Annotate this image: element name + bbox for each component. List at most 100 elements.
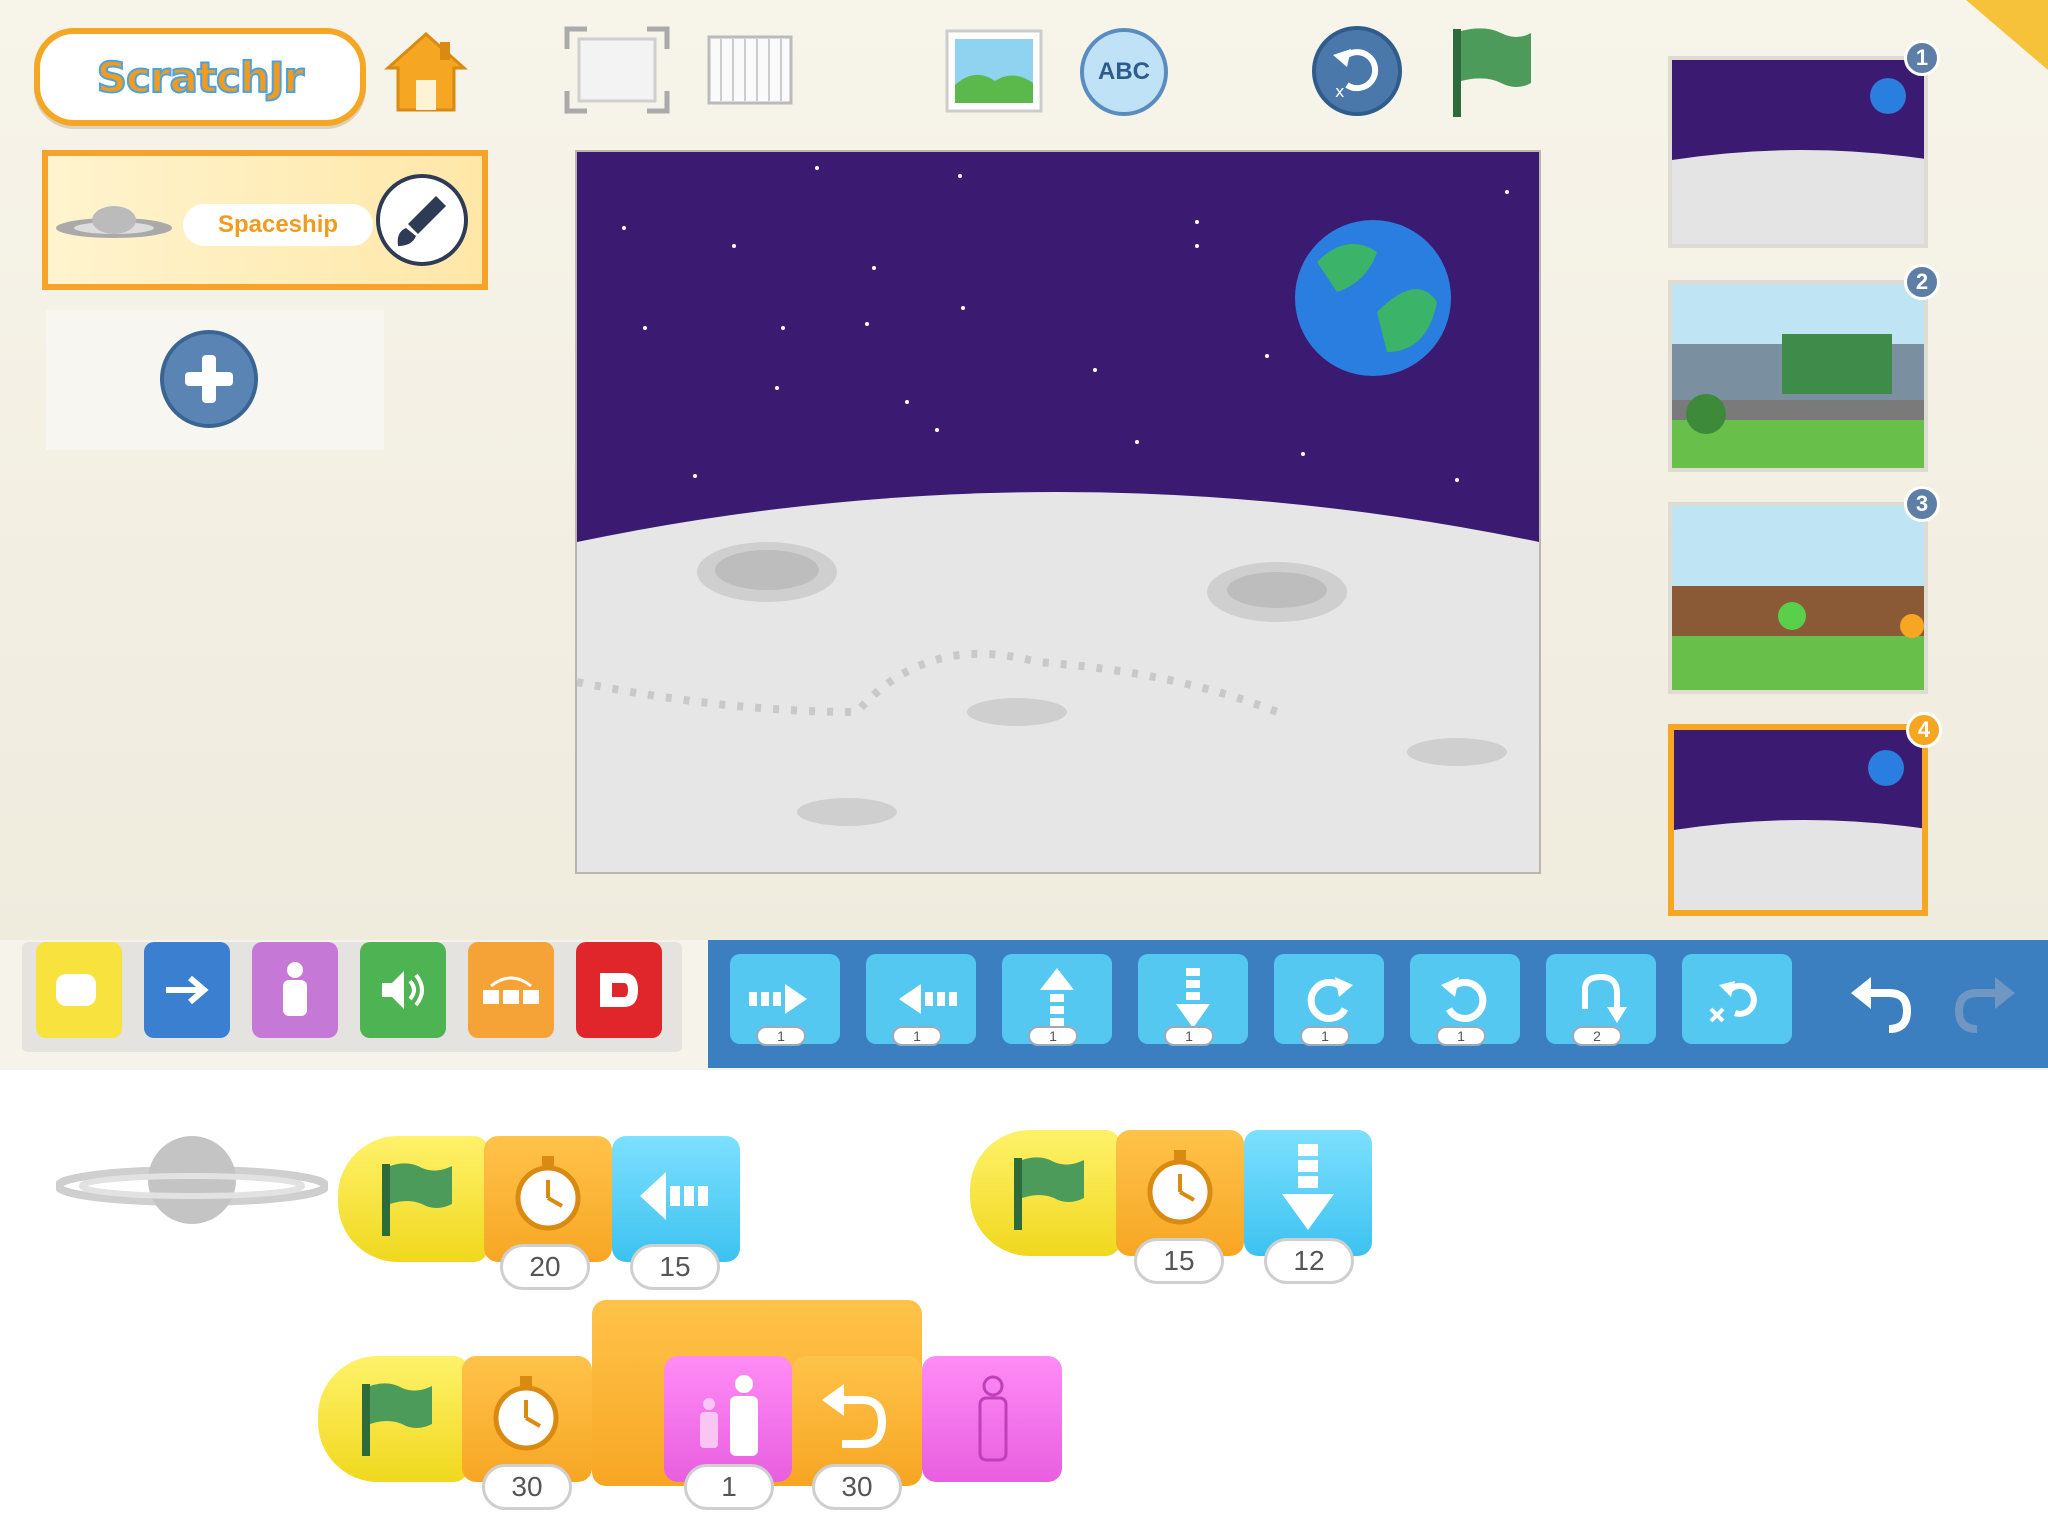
stopwatch-icon — [1147, 1150, 1213, 1225]
palette-move-right-block[interactable]: 1 — [730, 954, 840, 1046]
palette-turn-left-value[interactable]: 1 — [1436, 1026, 1486, 1046]
move-up-icon — [1040, 968, 1074, 1026]
edit-sprite-button[interactable] — [376, 174, 468, 266]
palette-move-down-value[interactable]: 1 — [1164, 1026, 1214, 1046]
home-button[interactable] — [380, 26, 472, 118]
spaceship-sprite-ghost-icon — [56, 1136, 328, 1224]
logo-text: ScratchJr — [96, 52, 305, 103]
move-left-icon — [899, 984, 957, 1014]
page-1-scene — [1672, 60, 1924, 244]
block-palette: 1 1 1 1 1 1 2 — [708, 940, 2048, 1068]
page-thumbnail-4[interactable] — [1668, 724, 1928, 916]
home-icon — [384, 31, 468, 112]
page-2-scene — [1672, 284, 1924, 468]
undo-button[interactable] — [1842, 962, 1922, 1042]
page-thumbnail-1[interactable] — [1668, 56, 1928, 248]
hop-icon — [1582, 973, 1627, 1023]
category-end[interactable] — [576, 942, 662, 1038]
palette-move-up-block[interactable]: 1 — [1002, 954, 1112, 1046]
scratchjr-logo[interactable]: ScratchJr — [34, 28, 366, 126]
script-2-move-value[interactable]: 12 — [1264, 1238, 1354, 1284]
stopwatch-icon — [493, 1376, 559, 1451]
category-motion[interactable] — [144, 942, 230, 1038]
grid-icon — [707, 35, 793, 105]
category-sound[interactable] — [360, 942, 446, 1038]
sprite-card-spaceship[interactable]: Spaceship — [42, 150, 488, 290]
arrow-right-icon — [166, 975, 209, 1005]
reset-characters-button[interactable]: x — [1312, 26, 1402, 116]
person-icon — [283, 962, 307, 1016]
move-down-icon — [1176, 968, 1210, 1028]
turn-left-icon — [1441, 977, 1487, 1022]
undo-icon — [1851, 977, 1912, 1033]
category-triggering[interactable] — [36, 942, 122, 1038]
green-flag-icon — [362, 1383, 432, 1456]
palette-move-right-value[interactable]: 1 — [756, 1026, 806, 1046]
page-number-badge-2: 2 — [1904, 264, 1940, 300]
green-flag-icon — [382, 1163, 452, 1236]
person-outline-icon — [978, 1375, 1008, 1462]
move-left-icon — [640, 1172, 708, 1220]
palette-go-home-block[interactable] — [1682, 954, 1792, 1044]
background-icon — [945, 29, 1043, 113]
plus-icon — [185, 355, 233, 403]
script-area[interactable]: 20 15 15 12 30 1 30 — [0, 1070, 2048, 1536]
text-icon-label: ABC — [1098, 58, 1150, 85]
turn-right-icon — [1307, 977, 1353, 1022]
end-block-icon — [600, 973, 638, 1007]
script-2-green-flag-block[interactable] — [970, 1130, 1120, 1256]
stopwatch-icon — [515, 1156, 581, 1231]
palette-move-left-value[interactable]: 1 — [892, 1026, 942, 1046]
green-flag-button[interactable] — [1444, 24, 1536, 120]
moon-background — [577, 152, 1539, 872]
script-3-reset-size-block[interactable] — [922, 1356, 1062, 1482]
palette-move-up-value[interactable]: 1 — [1028, 1026, 1078, 1046]
palette-move-left-block[interactable]: 1 — [866, 954, 976, 1046]
grid-button[interactable] — [706, 34, 796, 108]
script-3-shrink-value[interactable]: 1 — [684, 1464, 774, 1510]
palette-hop-block[interactable]: 2 — [1546, 954, 1656, 1046]
spaceship-thumbnail-icon — [56, 206, 172, 238]
control-blocks-icon — [483, 976, 539, 1004]
redo-button[interactable] — [1944, 962, 2024, 1042]
page-number-badge-3: 3 — [1904, 486, 1940, 522]
script-3-wait-value[interactable]: 30 — [482, 1464, 572, 1510]
palette-turn-left-block[interactable]: 1 — [1410, 954, 1520, 1046]
script-1-wait-value[interactable]: 20 — [500, 1244, 590, 1290]
shrink-person-icon — [700, 1375, 758, 1456]
page-thumbnail-3[interactable] — [1668, 502, 1928, 694]
category-looks[interactable] — [252, 942, 338, 1038]
page-4-scene — [1674, 730, 1922, 910]
page-thumbnail-2[interactable] — [1668, 280, 1928, 472]
reset-characters-icon: x — [1333, 49, 1379, 101]
page-number-badge-4: 4 — [1906, 712, 1942, 748]
script-3-green-flag-block[interactable] — [318, 1356, 468, 1482]
category-selector — [22, 942, 682, 1052]
add-sprite-area — [46, 310, 384, 450]
stage[interactable] — [575, 150, 1541, 874]
script-1-move-value[interactable]: 15 — [630, 1244, 720, 1290]
add-sprite-button[interactable] — [160, 330, 258, 428]
script-2-wait-value[interactable]: 15 — [1134, 1238, 1224, 1284]
fullscreen-icon — [564, 26, 670, 114]
go-home-icon — [1709, 981, 1757, 1023]
page-number-badge-1: 1 — [1904, 40, 1940, 76]
turn-left-icon — [822, 1384, 887, 1448]
palette-hop-value[interactable]: 2 — [1572, 1026, 1622, 1046]
script-1-green-flag-block[interactable] — [338, 1136, 488, 1262]
sprite-name-label: Spaceship — [183, 204, 373, 246]
category-control[interactable] — [468, 942, 554, 1038]
palette-turn-right-block[interactable]: 1 — [1274, 954, 1384, 1046]
svg-text:x: x — [1335, 82, 1344, 101]
change-background-button[interactable] — [944, 28, 1044, 114]
palette-turn-right-value[interactable]: 1 — [1300, 1026, 1350, 1046]
palette-move-down-block[interactable]: 1 — [1138, 954, 1248, 1046]
green-flag-icon — [1014, 1157, 1084, 1230]
speaker-icon — [382, 971, 424, 1009]
trigger-block-icon — [56, 974, 96, 1006]
move-down-icon — [1282, 1144, 1334, 1230]
paintbrush-icon — [397, 196, 446, 246]
script-3-turn-value[interactable]: 30 — [812, 1464, 902, 1510]
add-text-button[interactable]: ABC — [1080, 28, 1168, 116]
fullscreen-button[interactable] — [562, 24, 672, 116]
